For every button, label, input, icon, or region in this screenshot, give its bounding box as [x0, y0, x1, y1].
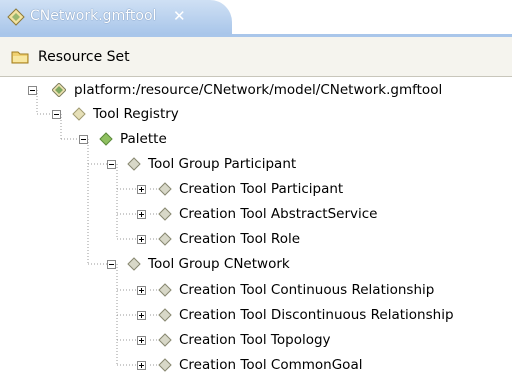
expand-toggle[interactable]: [137, 210, 146, 219]
editor-tab-strip: CNetwork.gmftool ✕: [0, 0, 512, 37]
expand-toggle[interactable]: [137, 235, 146, 244]
tree-root-row[interactable]: platform:/resource/CNetwork/model/CNetwo…: [74, 78, 442, 102]
expand-toggle[interactable]: [137, 361, 146, 370]
tree-item-tool-group[interactable]: Tool Group Participant: [148, 152, 296, 176]
diamond-node-icon: [158, 358, 172, 372]
tree-item-creation-tool[interactable]: Creation Tool Participant: [179, 177, 343, 201]
tree-root-label: platform:/resource/CNetwork/model/CNetwo…: [74, 82, 443, 98]
creation-tool-label: Creation Tool Continuous Relationship: [179, 282, 435, 298]
tree-item-creation-tool[interactable]: Creation Tool CommonGoal: [179, 353, 362, 377]
tool-group-label: Tool Group CNetwork: [148, 256, 290, 272]
tree-item-tool-registry[interactable]: Tool Registry: [93, 102, 179, 126]
diamond-node-icon: [158, 308, 172, 322]
editor-tab[interactable]: CNetwork.gmftool ✕: [0, 0, 232, 34]
creation-tool-label: Creation Tool AbstractService: [179, 206, 378, 222]
diamond-node-icon: [158, 182, 172, 196]
diamond-node-icon: [99, 132, 113, 146]
close-icon[interactable]: ✕: [173, 7, 186, 25]
tree-item-palette[interactable]: Palette: [120, 127, 167, 151]
diamond-node-icon: [158, 333, 172, 347]
resource-set-label: Resource Set: [38, 49, 130, 65]
palette-collapse-toggle[interactable]: [79, 135, 88, 144]
resource-set-header: Resource Set: [0, 37, 512, 77]
expand-toggle[interactable]: [137, 311, 146, 320]
diamond-node-icon: [158, 283, 172, 297]
resource-tree[interactable]: platform:/resource/CNetwork/model/CNetwo…: [0, 78, 512, 387]
tree-item-creation-tool[interactable]: Creation Tool Topology: [179, 328, 331, 352]
tree-item-creation-tool[interactable]: Creation Tool Role: [179, 227, 300, 251]
diamond-node-icon: [158, 207, 172, 221]
tool-group-label: Tool Group Participant: [148, 156, 297, 172]
tree-item-tool-group[interactable]: Tool Group CNetwork: [148, 252, 290, 276]
expand-toggle[interactable]: [137, 185, 146, 194]
expand-toggle[interactable]: [137, 286, 146, 295]
creation-tool-label: Creation Tool Participant: [179, 181, 344, 197]
root-collapse-toggle[interactable]: [28, 86, 37, 95]
creation-tool-label: Creation Tool Topology: [179, 332, 331, 348]
creation-tool-label: Creation Tool Role: [179, 231, 301, 247]
diamond-node-icon: [72, 107, 86, 121]
group-cnetwork-collapse-toggle[interactable]: [107, 260, 116, 269]
creation-tool-label: Creation Tool CommonGoal: [179, 357, 363, 373]
folder-resource-set-icon: [11, 51, 29, 64]
diamond-node-icon: [158, 232, 172, 246]
palette-label: Palette: [120, 131, 167, 147]
tool-registry-label: Tool Registry: [93, 106, 179, 122]
group-participant-collapse-toggle[interactable]: [107, 160, 116, 169]
tree-item-creation-tool[interactable]: Creation Tool AbstractService: [179, 202, 378, 226]
creation-tool-label: Creation Tool Discontinuous Relationship: [179, 307, 454, 323]
gmftool-file-icon: [7, 8, 25, 26]
diamond-node-icon: [127, 257, 141, 271]
editor-tab-title: CNetwork.gmftool: [30, 8, 157, 24]
tool-registry-collapse-toggle[interactable]: [52, 110, 61, 119]
tree-item-creation-tool[interactable]: Creation Tool Discontinuous Relationship: [179, 303, 454, 327]
expand-toggle[interactable]: [137, 336, 146, 345]
diamond-node-icon: [127, 157, 141, 171]
tree-item-creation-tool[interactable]: Creation Tool Continuous Relationship: [179, 278, 434, 302]
gmftool-resource-icon: [52, 83, 66, 97]
